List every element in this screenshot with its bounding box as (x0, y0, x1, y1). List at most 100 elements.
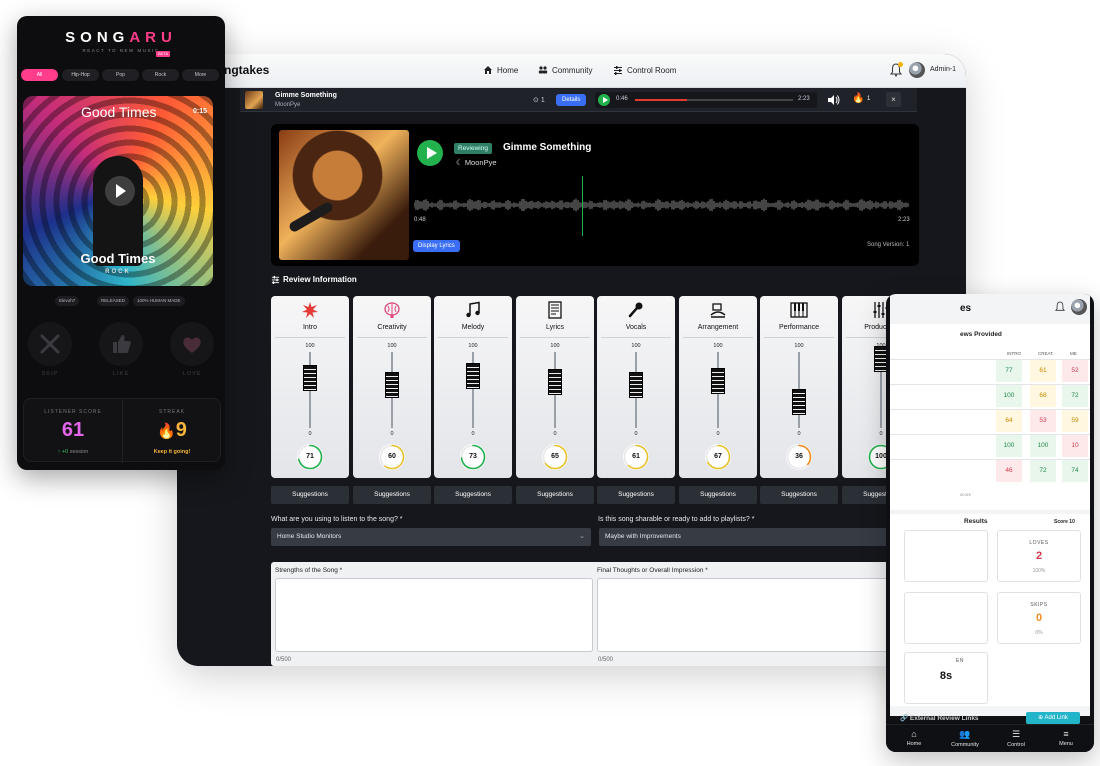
details-button[interactable]: Details (556, 94, 587, 106)
song-thumbnail (245, 91, 263, 109)
mobile-app: SONGARU REACT TO NEW MUSIC BETA All Hip-… (17, 16, 225, 470)
table-cell: 72 (1062, 385, 1088, 407)
slider-knob[interactable] (629, 371, 643, 398)
reviews-provided-card (890, 324, 1090, 510)
play-icon[interactable] (105, 176, 135, 206)
avatar[interactable] (909, 62, 925, 78)
slider-max: 100 (468, 343, 478, 349)
bell-icon[interactable] (1055, 301, 1065, 313)
page-title: es (960, 303, 972, 314)
likes-box (904, 530, 988, 582)
strengths-textarea[interactable] (275, 578, 593, 652)
slider-max: 100 (387, 343, 397, 349)
bottom-nav-menu-label: Menu (1059, 741, 1073, 747)
love-label: LOVE (182, 371, 202, 377)
column-intro: INTRO (1007, 351, 1021, 356)
released-pill: RELEASED (97, 296, 130, 306)
like-button[interactable] (99, 322, 143, 366)
add-link-button[interactable]: ⊕ Add Link (1026, 712, 1080, 724)
row-divider (890, 409, 1090, 410)
nav-community[interactable]: Community (538, 65, 592, 75)
brand-logo[interactable]: ngtakes (224, 63, 269, 77)
beta-badge: BETA (156, 51, 171, 57)
review-information-heading: Review Information (271, 275, 357, 284)
artwork-title: Good Times (81, 104, 157, 120)
suggestions-button[interactable]: Suggestions (679, 486, 757, 504)
player-song-title: Gimme Something (275, 92, 337, 99)
genre-hip-hop[interactable]: Hip-Hop (62, 69, 99, 81)
slider-knob[interactable] (548, 368, 562, 395)
notification-dot (898, 62, 903, 67)
score-value: 67 (714, 453, 722, 460)
bottom-nav-control[interactable]: ☰ Control (991, 729, 1041, 748)
song-artwork[interactable]: Good Times 0:15 Good Times ROCK (23, 96, 213, 286)
row-divider (890, 359, 1090, 360)
volume-icon[interactable] (827, 94, 841, 106)
genre-rock[interactable]: Rock (142, 69, 179, 81)
final-thoughts-char-count: 0/500 (598, 657, 614, 663)
final-thoughts-textarea[interactable] (597, 578, 915, 652)
row-divider (890, 384, 1090, 385)
genre-all[interactable]: All (21, 69, 58, 81)
genre-pop[interactable]: Pop (102, 69, 139, 81)
bottom-nav-community[interactable]: 👥 Community (940, 729, 990, 748)
user-name[interactable]: Admin-1 (930, 66, 956, 73)
close-button[interactable]: × (886, 92, 901, 107)
category-label: Performance (778, 324, 820, 331)
slider-min: 0 (634, 431, 638, 437)
sliders-icon (614, 66, 622, 75)
divider (275, 337, 345, 338)
external-review-links-label: External Review Links (909, 715, 979, 722)
row-divider (890, 434, 1090, 435)
close-icon (40, 334, 60, 354)
slider-min: 0 (390, 431, 394, 437)
nav-control-room-label: Control Room (627, 65, 677, 75)
score-value: 65 (551, 453, 559, 460)
results-score: Score 10 (1054, 519, 1075, 525)
microphone-icon (628, 302, 643, 318)
category-card-creativity: Creativity 100 0 60 (353, 296, 431, 478)
playback-bar: 0:46 2:23 (595, 92, 817, 108)
bottom-nav-home[interactable]: ⌂ Home (889, 729, 939, 747)
brain-icon (384, 302, 400, 318)
album-art (279, 130, 409, 260)
fire-icon[interactable]: 🔥 (852, 93, 864, 104)
bottom-nav-menu[interactable]: ≡ Menu (1041, 729, 1091, 747)
nav-home[interactable]: Home (483, 65, 518, 75)
human-made-pill: 100% HUMAN MADE (133, 296, 185, 306)
slider-knob[interactable] (792, 388, 806, 415)
slider-knob[interactable] (385, 372, 399, 399)
suggestions-button[interactable]: Suggestions (353, 486, 431, 504)
genre-more[interactable]: More (182, 69, 219, 81)
skip-button[interactable] (28, 322, 72, 366)
slider-knob[interactable] (466, 363, 480, 390)
slider-knob[interactable] (303, 364, 317, 391)
fire-count: 1 (867, 96, 871, 102)
table-cell: 53 (1030, 410, 1056, 432)
share-select[interactable]: Maybe with Improvements⌄ (599, 528, 919, 546)
love-button[interactable] (170, 322, 214, 366)
suggestions-button[interactable]: Suggestions (434, 486, 512, 504)
slider-knob[interactable] (711, 367, 725, 394)
play-icon[interactable] (417, 140, 443, 166)
suggestions-button[interactable]: Suggestions (597, 486, 675, 504)
progress-track[interactable] (635, 99, 793, 101)
waveform[interactable] (414, 190, 910, 220)
playhead[interactable] (582, 176, 583, 236)
sliders-icon (271, 275, 280, 284)
listen-select[interactable]: Home Studio Monitors ⌄ (271, 528, 591, 546)
display-lyrics-button[interactable]: Display Lyrics (413, 240, 460, 252)
suggestions-button[interactable]: Suggestions (760, 486, 838, 504)
avatar[interactable] (1071, 299, 1087, 315)
category-label: Melody (461, 324, 485, 331)
play-icon[interactable] (598, 94, 610, 106)
category-label: Arrangement (697, 324, 739, 331)
strengths-char-count: 0/500 (276, 657, 292, 663)
nav-control-room[interactable]: Control Room (613, 65, 676, 75)
listener-score-label: LISTENER SCORE (44, 409, 102, 415)
suggestions-button[interactable]: Suggestions (516, 486, 594, 504)
piano-icon (790, 302, 808, 318)
table-footnote: score (960, 492, 972, 497)
suggestions-button[interactable]: Suggestions (271, 486, 349, 504)
current-time: 0:46 (616, 96, 628, 102)
